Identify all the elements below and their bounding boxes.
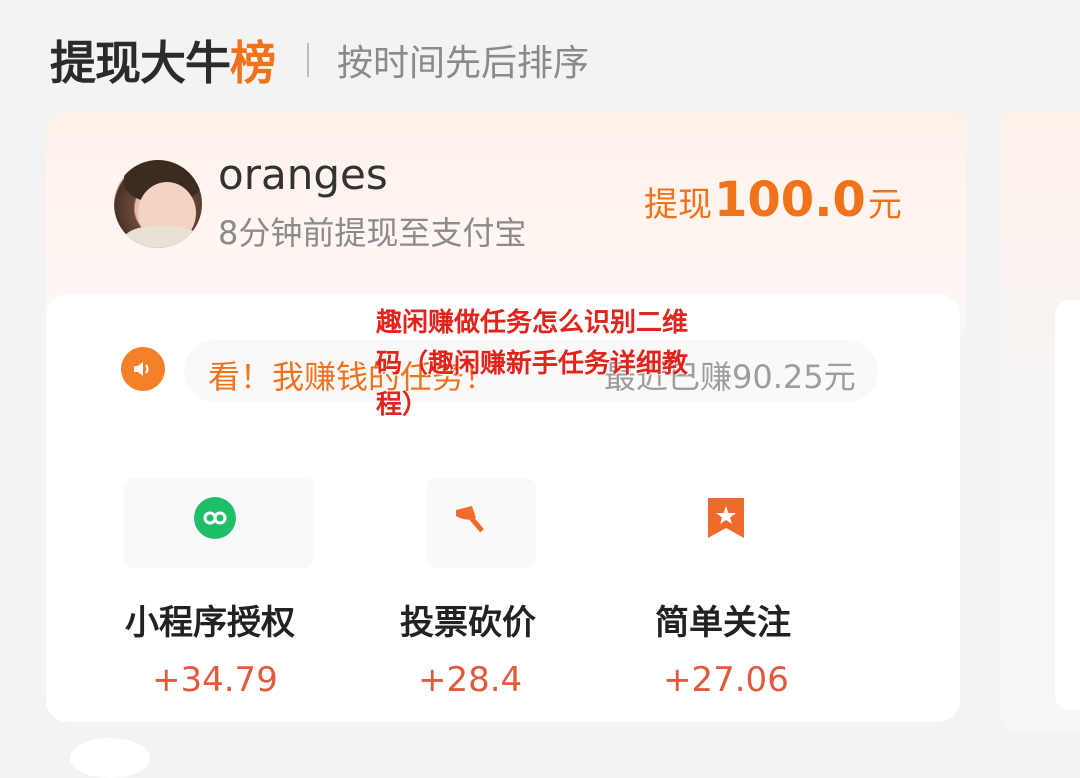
withdrawal-amount: 提现 100.0 元 [644,172,902,228]
mini-program-icon[interactable] [193,496,237,540]
header-divider [307,43,309,77]
axe-icon[interactable] [448,496,492,540]
speaker-icon [121,347,165,391]
username: oranges [218,150,388,199]
task-label[interactable]: 简单关注 [655,595,791,644]
task-label[interactable]: 投票砍价 [400,595,536,644]
task-label[interactable]: 小程序授权 [125,595,295,644]
overlay-watermark-text: 趣闲赚做任务怎么识别二维码（趣闲赚新手任务详细教程） [376,308,689,420]
page-header: 提现大牛榜 按时间先后排序 [50,28,589,92]
star-bookmark-icon[interactable] [704,496,748,540]
sort-hint: 按时间先后排序 [337,43,590,84]
avatar[interactable] [114,160,202,248]
next-card-edge-inner [1055,300,1080,710]
task-reward: +34.79 [152,660,278,700]
task-reward: +27.06 [663,660,789,700]
page-title: 提现大牛榜 [50,36,276,90]
withdrawal-description: 8分钟前提现至支付宝 [218,214,527,252]
task-reward: +28.4 [418,660,523,700]
next-item-avatar-edge [70,738,150,778]
